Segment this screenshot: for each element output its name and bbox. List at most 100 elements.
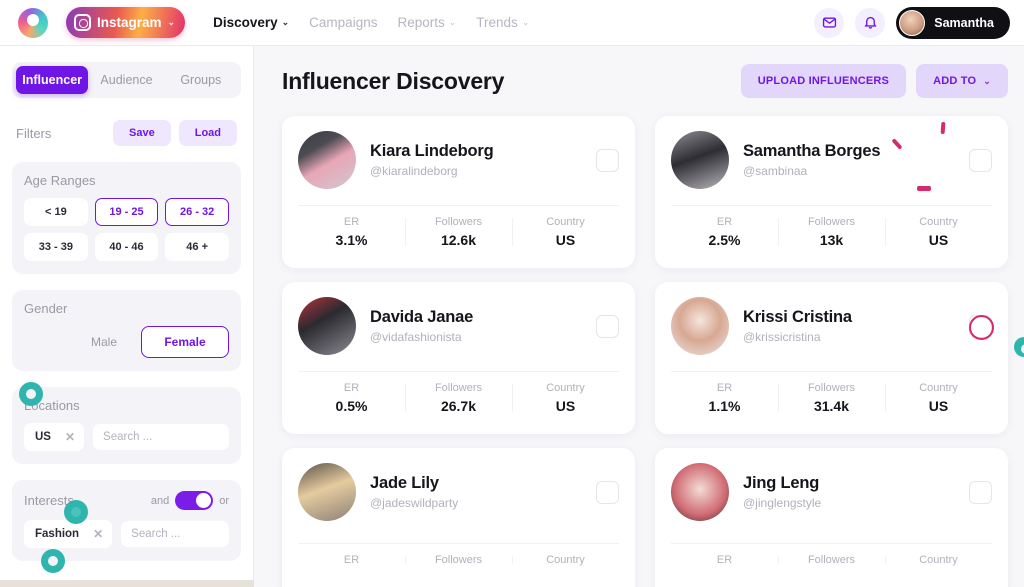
and-label: and [150, 494, 170, 507]
stat-value: US [555, 232, 576, 248]
close-icon[interactable]: ✕ [93, 527, 103, 541]
influencer-card-grid: Kiara Lindeborg @kiaralindeborg ER 3.1% … [282, 116, 1008, 587]
card-header: Kiara Lindeborg @kiaralindeborg [298, 131, 619, 189]
influencer-name: Davida Janae [370, 308, 474, 326]
stat-label: ER [716, 382, 733, 394]
select-influencer-checkbox[interactable] [969, 314, 992, 338]
stat-label: Country [919, 382, 958, 394]
locations-panel: Locations US ✕ Search ... [12, 387, 241, 464]
nav-item-discovery[interactable]: Discovery ⌄ [213, 15, 289, 30]
avatar [298, 463, 356, 521]
stat-country: Country US [512, 382, 619, 414]
interest-tag-fashion[interactable]: Fashion ✕ [24, 520, 113, 548]
app-logo[interactable] [0, 7, 66, 38]
card-identity: Krissi Cristina @krissicristina [743, 308, 852, 344]
influencer-card[interactable]: Jade Lily @jadeswildparty ER Followers C… [282, 448, 635, 587]
mail-icon [822, 17, 836, 28]
age-option-40-46[interactable]: 40 - 46 [94, 233, 159, 261]
card-header: Jade Lily @jadeswildparty [298, 463, 619, 521]
influencer-card[interactable]: Kiara Lindeborg @kiaralindeborg ER 3.1% … [282, 116, 635, 268]
stat-followers: Followers 26.7k [405, 382, 512, 414]
stat-value: 1.1% [708, 398, 741, 414]
stat-label: Followers [807, 382, 856, 394]
stat-value: 13k [819, 232, 844, 248]
stat-er: ER 0.5% [298, 382, 405, 414]
interests-controls: Fashion ✕ Search ... [24, 520, 229, 548]
select-influencer-checkbox[interactable] [969, 148, 992, 172]
select-influencer-checkbox[interactable] [969, 480, 992, 504]
nav-label: Reports [397, 15, 445, 30]
location-tag-label: US [35, 431, 51, 443]
age-option-under-19[interactable]: < 19 [24, 198, 88, 226]
interests-and-or-group: and or [151, 491, 229, 510]
age-option-26-32[interactable]: 26 - 32 [165, 198, 229, 226]
avatar [671, 463, 729, 521]
age-option-19-25[interactable]: 19 - 25 [94, 198, 159, 226]
chevron-down-icon: ⌄ [167, 17, 176, 27]
influencer-card[interactable]: Jing Leng @jinglengstyle ER Followers Co… [655, 448, 1008, 587]
age-option-46-plus[interactable]: 46 + [165, 233, 229, 261]
stat-value: US [555, 398, 576, 414]
save-filters-button[interactable]: Save [113, 120, 171, 146]
avatar [671, 131, 729, 189]
chevron-down-icon: ⌄ [521, 17, 530, 27]
select-influencer-checkbox[interactable] [596, 314, 619, 338]
card-stats: ER 2.5% Followers 13k Country US [671, 205, 992, 248]
influencer-handle: @vidafashionista [370, 330, 462, 344]
stat-er: ER 2.5% [671, 216, 778, 248]
main-header-actions: UPLOAD INFLUENCERS ADD TO ⌄ [740, 64, 1008, 98]
age-option-33-39[interactable]: 33 - 39 [24, 233, 88, 261]
platform-selector-instagram[interactable]: Instagram ⌄ [66, 7, 186, 38]
location-tag-us[interactable]: US ✕ [24, 423, 85, 451]
main-content: Influencer Discovery UPLOAD INFLUENCERS … [254, 46, 1024, 587]
nav-item-trends[interactable]: Trends ⌄ [476, 15, 529, 30]
sidebar-tab-audience[interactable]: Audience [90, 66, 162, 94]
and-or-toggle[interactable] [175, 491, 214, 510]
load-filters-button[interactable]: Load [178, 120, 237, 146]
app-root: Instagram ⌄ Discovery ⌄ Campaigns Report… [0, 0, 1024, 587]
card-header: Samantha Borges @sambinaa [671, 131, 992, 189]
gender-option-male[interactable]: Male [77, 327, 131, 357]
nav-item-reports[interactable]: Reports ⌄ [397, 15, 456, 30]
stat-er: ER 1.1% [671, 382, 778, 414]
add-to-button[interactable]: ADD TO ⌄ [916, 64, 1008, 98]
stat-value: 3.1% [335, 232, 368, 248]
stat-label: Country [546, 382, 585, 394]
bell-icon [864, 16, 877, 29]
influencer-card[interactable]: Samantha Borges @sambinaa ER 2.5% Follow… [655, 116, 1008, 268]
interests-search-input[interactable]: Search ... [121, 521, 229, 547]
influencer-handle: @jinglengstyle [743, 496, 822, 510]
nav-right-actions: Samantha [814, 6, 1024, 39]
avatar [671, 297, 729, 355]
gender-option-female[interactable]: Female [141, 326, 229, 358]
card-header: Davida Janae @vidafashionista [298, 297, 619, 355]
select-influencer-checkbox[interactable] [596, 480, 619, 504]
nav-item-campaigns[interactable]: Campaigns [309, 15, 377, 30]
stat-label: Followers [807, 216, 856, 228]
close-icon[interactable]: ✕ [65, 430, 75, 444]
sidebar-tab-groups[interactable]: Groups [165, 66, 237, 94]
messages-button[interactable] [814, 7, 845, 38]
stat-followers: Followers 12.6k [405, 216, 512, 248]
upload-influencers-button[interactable]: UPLOAD INFLUENCERS [740, 64, 907, 98]
filters-label: Filters [16, 125, 52, 141]
select-influencer-checkbox[interactable] [596, 148, 619, 172]
influencer-card[interactable]: Krissi Cristina @krissicristina ER 1.1% … [655, 282, 1008, 434]
stat-value: 2.5% [708, 232, 741, 248]
influencer-card[interactable]: Davida Janae @vidafashionista ER 0.5% Fo… [282, 282, 635, 434]
user-menu-button[interactable]: Samantha [896, 6, 1010, 39]
main-nav: Discovery ⌄ Campaigns Reports ⌄ Trends ⌄ [213, 15, 529, 30]
page-title: Influencer Discovery [282, 67, 505, 94]
notifications-button[interactable] [855, 7, 886, 38]
sidebar-tab-influencer[interactable]: Influencer [16, 66, 89, 94]
nav-label: Discovery [213, 15, 278, 30]
stat-country: Country [512, 554, 619, 566]
stat-label: ER [343, 216, 360, 228]
card-stats: ER Followers Country [671, 543, 992, 566]
gender-panel: Gender Male Female [12, 290, 241, 371]
locations-search-input[interactable]: Search ... [93, 424, 229, 450]
stat-label: ER [343, 554, 360, 566]
avatar [899, 9, 926, 36]
stat-followers: Followers 13k [778, 216, 885, 248]
card-identity: Jing Leng @jinglengstyle [743, 474, 821, 510]
